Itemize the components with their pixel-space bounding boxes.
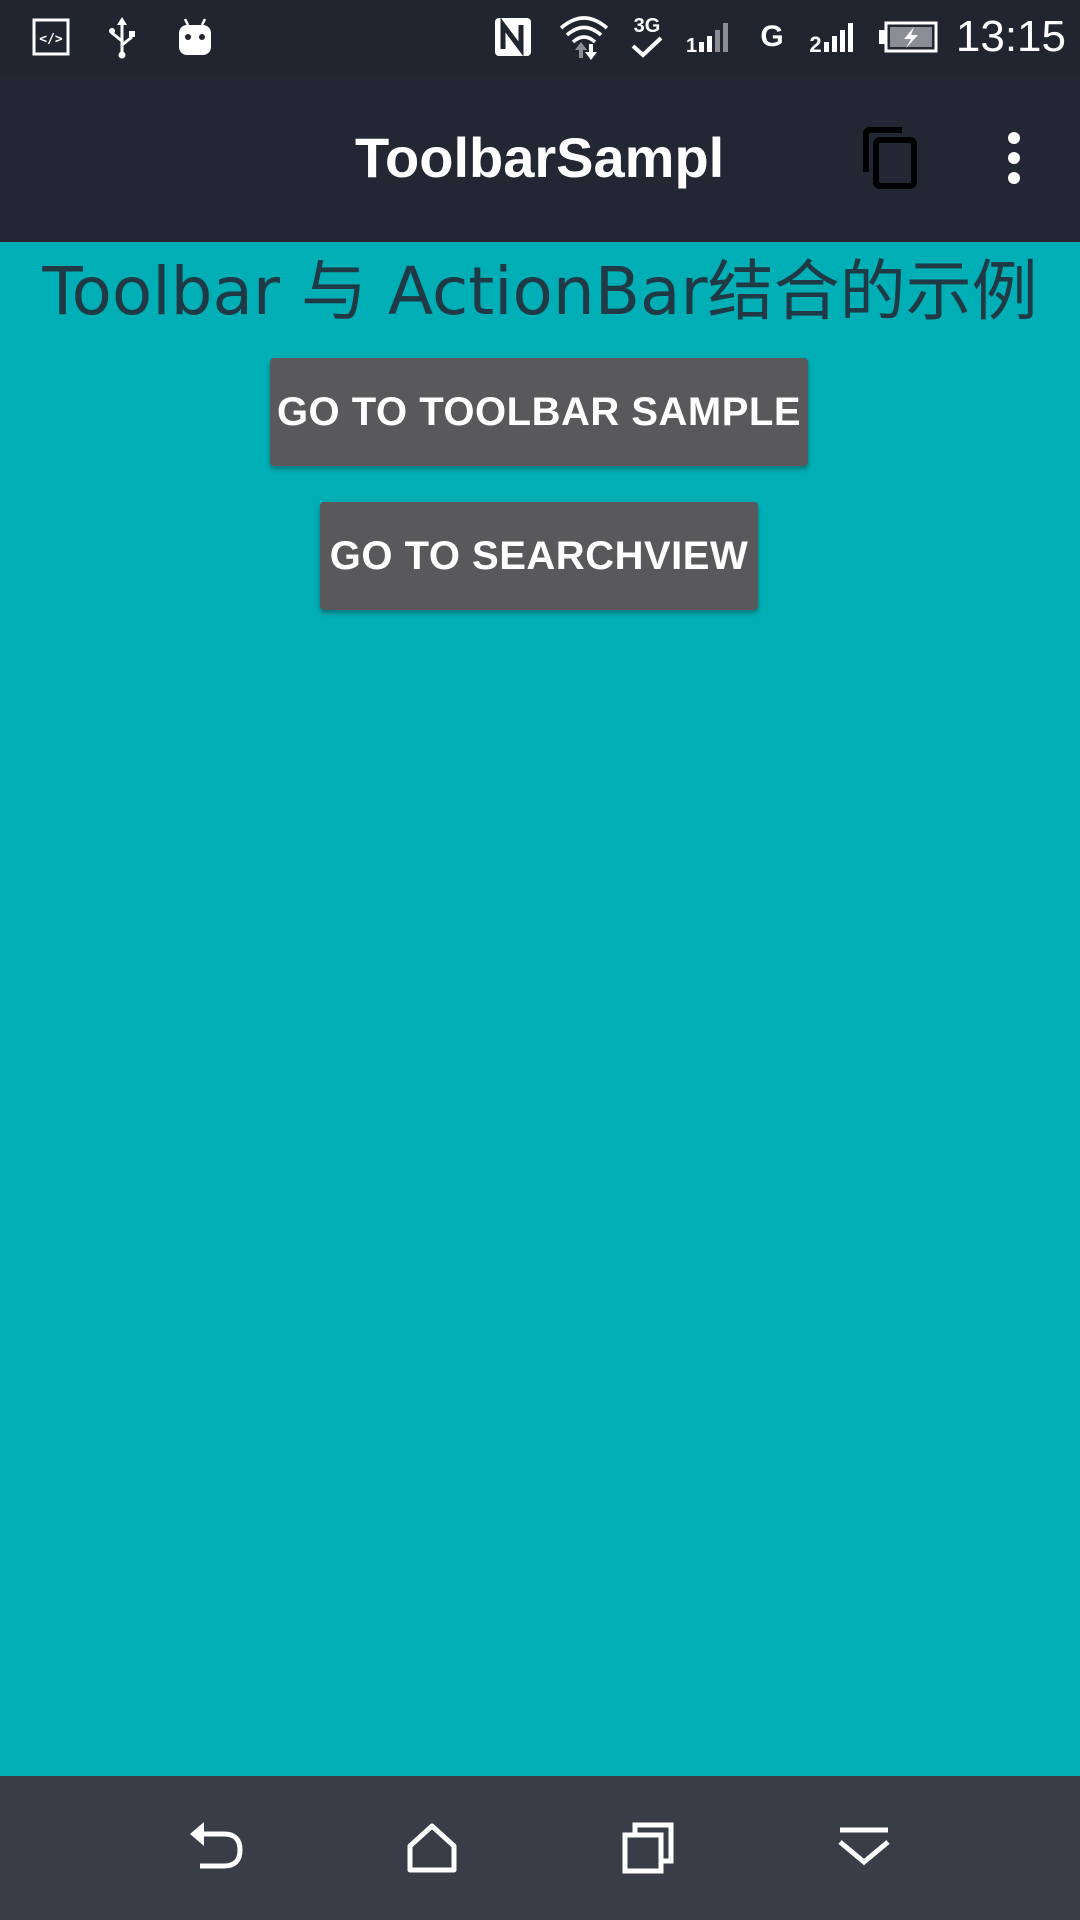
svg-text:</>: </> [39,32,63,47]
screen: </> 3G 1 G 2 13:15 ToolbarSampl Toolbar … [0,0,1080,1920]
usb-icon [100,0,144,74]
navigation-bar [0,1776,1080,1920]
home-icon [407,1823,457,1873]
status-bar: </> 3G 1 G 2 13:15 [0,0,1080,74]
home-button[interactable] [382,1798,482,1898]
main-content: Toolbar 与 ActionBar结合的示例 GO TO TOOLBAR S… [0,242,1080,1776]
android-icon [172,0,218,74]
signal-icon: 2 [806,0,862,74]
status-time: 13:15 [955,12,1066,61]
overflow-menu-button[interactable] [984,116,1044,200]
toolbar-title: ToolbarSampl [355,126,725,189]
copy-icon [863,127,917,189]
go-to-searchview-button[interactable]: GO TO SEARCHVIEW [320,502,758,610]
battery-charging-icon [876,0,940,74]
recent-apps-button[interactable] [598,1798,698,1898]
g-label: G [760,20,784,53]
go-to-toolbar-sample-button[interactable]: GO TO TOOLBAR SAMPLE [270,358,808,466]
signal-icon: 1 [684,0,734,74]
back-icon [190,1822,243,1869]
nfc-icon [492,0,534,74]
back-button[interactable] [166,1798,266,1898]
wifi-icon [556,0,612,74]
toolbar: ToolbarSampl [0,74,1080,242]
3g-label: 3G [633,15,661,37]
page-heading: Toolbar 与 ActionBar结合的示例 [42,253,1038,330]
recent-apps-icon [622,1822,674,1874]
code-icon: </> [28,0,74,74]
copy-button[interactable] [850,116,934,200]
g-network-icon: G [756,0,788,74]
hide-nav-icon [838,1827,890,1866]
overflow-menu-icon [1008,132,1020,184]
3g-icon: 3G [626,0,668,74]
signal-2-label: 2 [809,32,822,57]
signal-1-label: 1 [685,34,698,57]
hide-nav-button[interactable] [814,1798,914,1898]
